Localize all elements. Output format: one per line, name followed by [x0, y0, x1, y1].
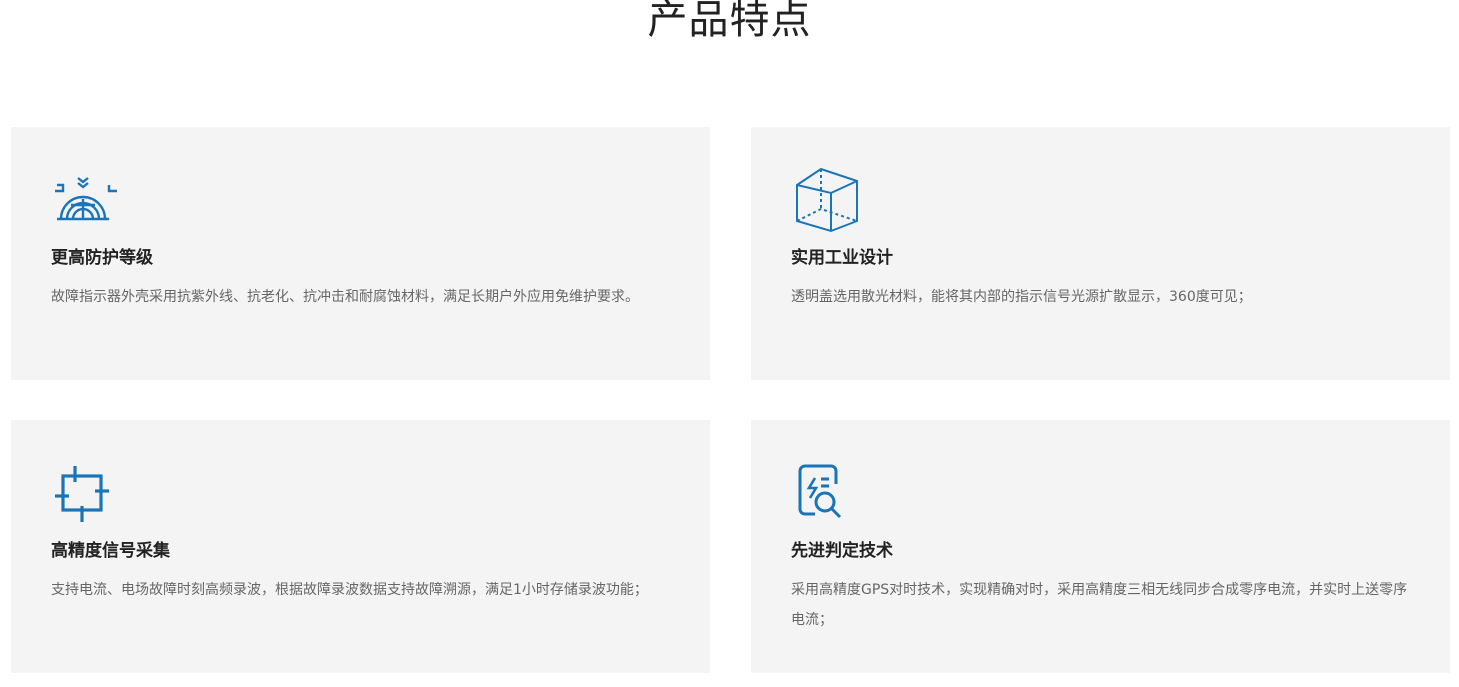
document-search-icon	[791, 464, 861, 522]
feature-description: 透明盖选用散光材料，能将其内部的指示信号光源扩散显示，360度可见；	[791, 289, 1252, 305]
section-title: 产品特点	[647, 0, 812, 43]
feature-description: 采用高精度GPS对时技术，实现精确对时，采用高精度三相无线同步合成零序电流，并实…	[791, 582, 1408, 628]
feature-title: 实用工业设计	[791, 248, 893, 268]
feature-title: 先进判定技术	[791, 541, 893, 561]
feature-card-design: 实用工业设计 透明盖选用散光材料，能将其内部的指示信号光源扩散显示，360度可见…	[751, 127, 1450, 380]
feature-title: 更高防护等级	[51, 248, 153, 268]
feature-card-detection: 先进判定技术 采用高精度GPS对时技术，实现精确对时，采用高精度三相无线同步合成…	[751, 420, 1450, 673]
crosshair-chip-icon	[51, 466, 121, 522]
shield-radar-icon	[51, 175, 121, 225]
feature-description: 故障指示器外壳采用抗紫外线、抗老化、抗冲击和耐腐蚀材料，满足长期户外应用免维护要…	[51, 289, 639, 305]
cube-icon	[791, 167, 861, 233]
feature-title: 高精度信号采集	[51, 541, 170, 561]
feature-card-signal: 高精度信号采集 支持电流、电场故障时刻高频录波，根据故障录波数据支持故障溯源，满…	[11, 420, 710, 673]
feature-description: 支持电流、电场故障时刻高频录波，根据故障录波数据支持故障溯源，满足1小时存储录波…	[51, 582, 648, 598]
feature-card-protection: 更高防护等级 故障指示器外壳采用抗紫外线、抗老化、抗冲击和耐腐蚀材料，满足长期户…	[11, 127, 710, 380]
